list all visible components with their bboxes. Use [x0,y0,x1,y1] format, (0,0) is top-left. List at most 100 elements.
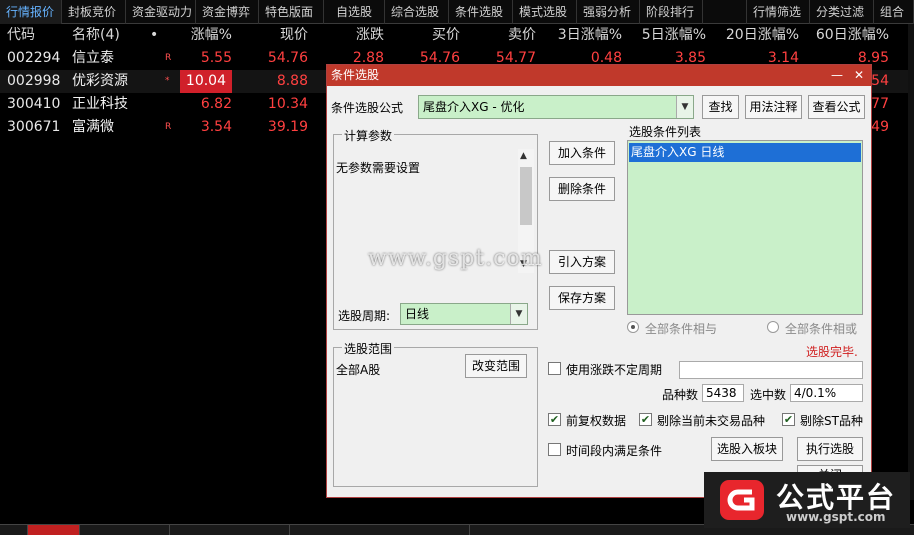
col-diff[interactable]: 涨跌 [356,24,384,47]
params-title: 计算参数 [342,127,395,144]
status-seg [170,525,290,535]
cell-code: 300410 [7,96,61,112]
tab-quotes[interactable]: 行情报价 [0,0,62,24]
brand-logo: 公式平台 www.gspt.com [704,472,910,528]
close-icon[interactable]: ✕ [849,65,869,86]
count-label: 品种数 [662,388,699,402]
execute-select-button[interactable]: 执行选股 [797,437,863,461]
tab-strength-analysis[interactable]: 强弱分析 [577,0,640,24]
selected-value: 4/0.1% [790,384,863,402]
uncertain-period-checkbox[interactable] [548,362,561,375]
cell-60d-change: 54 [871,73,889,89]
period-label: 选股周期: [338,309,391,323]
logo-url: www.gspt.com [786,510,886,524]
minimize-icon[interactable]: — [827,65,847,86]
cell-change-pct: 10.04 [179,70,232,93]
condition-select-dialog: 条件选股 — ✕ 条件选股公式 尾盘介入XG - 优化 ▼ 查找 用法注释 查看… [326,64,872,498]
table-header: 代码 名称(4) • 涨幅% 现价 涨跌 买价 卖价 3日涨幅% 5日涨幅% 2… [0,24,914,47]
count-value: 5438 [702,384,744,402]
period-input[interactable] [679,361,863,379]
dialog-titlebar[interactable]: 条件选股 — ✕ [327,65,871,86]
tab-composite-select[interactable]: 综合选股 [385,0,449,24]
cell-code: 002294 [7,50,61,66]
chevron-down-icon[interactable]: ▼ [510,304,527,324]
params-text: 无参数需要设置 [336,161,421,175]
tab-quote-filter[interactable]: 行情筛选 [747,0,810,24]
col-flag[interactable]: • [150,24,158,47]
cell-flag: * [165,76,170,86]
cell-60d-change: 77 [871,96,889,112]
radio-and[interactable] [627,321,639,333]
cell-change-pct: 5.55 [200,50,232,66]
cell-flag: R [165,122,172,132]
col-5d-change[interactable]: 5日涨幅% [642,24,706,47]
scroll-up-icon[interactable]: ▲ [520,151,527,161]
tab-stage-ranking[interactable]: 阶段排行 [640,0,703,24]
uncertain-period-label: 使用涨跌不定周期 [566,363,663,377]
find-button[interactable]: 查找 [702,95,739,119]
exclude-st-checkbox[interactable]: ✔ [782,413,795,426]
logo-g-icon [720,480,764,520]
cell-code: 002998 [7,73,61,89]
tab-capital-game[interactable]: 资金博弈 [196,0,259,24]
dialog-title: 条件选股 [331,68,380,82]
import-plan-button[interactable]: 引入方案 [549,250,615,274]
tab-combo[interactable]: 组合 [874,0,914,24]
exclude-st-label: 剔除ST品种 [800,414,863,428]
change-range-button[interactable]: 改变范围 [465,354,527,378]
col-60d-change[interactable]: 60日涨幅% [816,24,889,47]
save-plan-button[interactable]: 保存方案 [549,286,615,310]
cell-code: 300671 [7,119,61,135]
tab-category-filter[interactable]: 分类过滤 [810,0,874,24]
scroll-thumb[interactable] [520,167,532,225]
radio-or-label: 全部条件相或 [785,322,858,336]
status-text: 选股完毕. [806,345,858,359]
params-group: 计算参数 无参数需要设置 ▲ ▼ 选股周期: 日线 ▼ [333,127,538,330]
forward-adjust-label: 前复权数据 [566,414,627,428]
formula-label: 条件选股公式 [331,101,404,115]
cell-name: 富满微 [72,119,114,135]
top-tab-bar: 行情报价 封板竞价 资金驱动力 资金博弈 特色版面 自选股 综合选股 条件选股 … [0,0,914,24]
delete-condition-button[interactable]: 删除条件 [549,177,615,201]
tab-favorites[interactable]: 自选股 [324,0,385,24]
col-name[interactable]: 名称(4) [72,24,120,47]
col-change-pct[interactable]: 涨幅% [191,24,232,47]
col-20d-change[interactable]: 20日涨幅% [726,24,799,47]
chevron-down-icon[interactable]: ▼ [676,96,693,118]
tab-spacer [703,0,747,24]
to-block-button[interactable]: 选股入板块 [711,437,783,461]
cell-60d-change: 49 [871,119,889,135]
col-ask[interactable]: 卖价 [508,24,536,47]
add-condition-button[interactable]: 加入条件 [549,141,615,165]
range-title: 选股范围 [342,340,395,357]
exclude-untraded-checkbox[interactable]: ✔ [639,413,652,426]
exclude-untraded-label: 剔除当前未交易品种 [657,414,766,428]
radio-and-label: 全部条件相与 [645,322,718,336]
col-price[interactable]: 现价 [280,24,308,47]
col-code[interactable]: 代码 [7,24,35,47]
tab-capital-drive[interactable]: 资金驱动力 [126,0,196,24]
tab-condition-select[interactable]: 条件选股 [449,0,513,24]
view-formula-button[interactable]: 查看公式 [808,95,865,119]
cell-name: 优彩资源 [72,73,128,89]
cell-price: 8.88 [276,73,308,89]
usage-notes-button[interactable]: 用法注释 [745,95,802,119]
range-group: 选股范围 全部A股 改变范围 [333,340,538,487]
list-item[interactable]: 尾盘介入XG 日线 [629,143,861,162]
period-select[interactable]: 日线 ▼ [400,303,528,325]
cell-name: 正业科技 [72,96,128,112]
cell-name: 信立泰 [72,50,114,66]
col-bid[interactable]: 买价 [432,24,460,47]
tab-pattern-select[interactable]: 模式选股 [513,0,577,24]
tab-special-layout[interactable]: 特色版面 [259,0,324,24]
forward-adjust-checkbox[interactable]: ✔ [548,413,561,426]
formula-select[interactable]: 尾盘介入XG - 优化 ▼ [418,95,694,119]
col-3d-change[interactable]: 3日涨幅% [558,24,622,47]
radio-or[interactable] [767,321,779,333]
condition-list[interactable]: 尾盘介入XG 日线 [627,140,863,315]
tab-seal-auction[interactable]: 封板竞价 [62,0,126,24]
condition-list-title: 选股条件列表 [629,125,702,139]
table-vertical-scrollbar[interactable] [908,24,914,500]
status-seg-active[interactable] [28,525,80,535]
time-condition-checkbox[interactable] [548,443,561,456]
